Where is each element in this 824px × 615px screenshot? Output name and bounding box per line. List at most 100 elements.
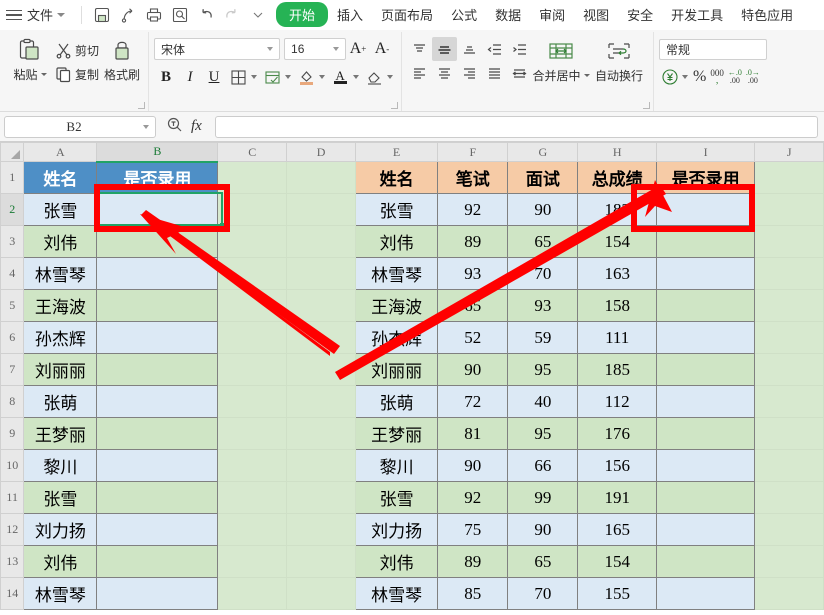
column-header-h[interactable]: H [578, 143, 657, 162]
column-header-c[interactable]: C [218, 143, 287, 162]
cell-F3[interactable]: 89 [438, 226, 508, 258]
cell-B1[interactable]: 是否录用 [97, 162, 218, 194]
customize-toolbar-icon[interactable] [246, 4, 270, 26]
cell-F11[interactable]: 92 [438, 482, 508, 514]
cell-F7[interactable]: 90 [438, 354, 508, 386]
cell-A1[interactable]: 姓名 [24, 162, 97, 194]
cell-G7[interactable]: 95 [508, 354, 578, 386]
cell-C13[interactable] [218, 546, 287, 578]
merge-center-button[interactable]: 合并居中 [532, 37, 590, 84]
font-size-select[interactable]: 16 [284, 38, 346, 60]
increase-indent-icon[interactable] [507, 37, 532, 61]
column-header-j[interactable]: J [755, 143, 824, 162]
cell-B4[interactable] [97, 258, 218, 290]
search-formula-icon[interactable] [166, 116, 183, 138]
file-menu-label[interactable]: 文件 [27, 5, 53, 24]
cell-C15[interactable] [218, 610, 287, 611]
cell-E2[interactable]: 张雪 [355, 194, 437, 226]
cell-B13[interactable] [97, 546, 218, 578]
cell-C7[interactable] [218, 354, 287, 386]
cell-E14[interactable]: 林雪琴 [355, 578, 437, 610]
cell-B7[interactable] [97, 354, 218, 386]
cell-F8[interactable]: 72 [438, 386, 508, 418]
cell-G8[interactable]: 40 [508, 386, 578, 418]
cell-C9[interactable] [218, 418, 287, 450]
cell-H5[interactable]: 158 [578, 290, 657, 322]
cell-E6[interactable]: 孙杰辉 [355, 322, 437, 354]
cell-I5[interactable] [656, 290, 754, 322]
justify-icon[interactable] [482, 61, 507, 85]
cell-F15[interactable] [438, 610, 508, 611]
cell-D8[interactable] [287, 386, 356, 418]
cell-I12[interactable] [656, 514, 754, 546]
column-header-f[interactable]: F [438, 143, 508, 162]
cell-I4[interactable] [656, 258, 754, 290]
chevron-down-icon[interactable] [143, 125, 149, 129]
tab-page-layout[interactable]: 页面布局 [372, 2, 442, 27]
row-header-12[interactable]: 12 [1, 514, 24, 546]
cell-I1[interactable]: 是否录用 [656, 162, 754, 194]
cell-G4[interactable]: 70 [508, 258, 578, 290]
cell-E7[interactable]: 刘丽丽 [355, 354, 437, 386]
row-header-13[interactable]: 13 [1, 546, 24, 578]
cell-G3[interactable]: 65 [508, 226, 578, 258]
tab-security[interactable]: 安全 [618, 2, 662, 27]
column-header-b[interactable]: B [97, 143, 218, 162]
row-header-9[interactable]: 9 [1, 418, 24, 450]
cell-E12[interactable]: 刘力扬 [355, 514, 437, 546]
distribute-icon[interactable] [507, 61, 532, 85]
cell-A3[interactable]: 刘伟 [24, 226, 97, 258]
chevron-down-icon[interactable] [682, 75, 688, 79]
font-family-select[interactable]: 宋体 [154, 38, 280, 60]
fill-color-icon[interactable] [294, 65, 318, 89]
cell-E11[interactable]: 张雪 [355, 482, 437, 514]
spreadsheet-grid[interactable]: A B C D E F G H I J 1 姓名 是否录用 姓名 笔试 面试 总… [0, 142, 824, 610]
cell-G14[interactable]: 70 [508, 578, 578, 610]
wrap-text-button[interactable]: 自动换行 [590, 37, 648, 84]
bold-button[interactable]: B [154, 65, 178, 89]
cell-A10[interactable]: 黎川 [24, 450, 97, 482]
cell-I14[interactable] [656, 578, 754, 610]
cell-D2[interactable] [287, 194, 356, 226]
align-left-icon[interactable] [407, 61, 432, 85]
cell-G6[interactable]: 59 [508, 322, 578, 354]
cell-I2[interactable] [656, 194, 754, 226]
paste-button[interactable]: 粘贴 [7, 34, 53, 83]
cell-D3[interactable] [287, 226, 356, 258]
cell-D10[interactable] [287, 450, 356, 482]
row-header-11[interactable]: 11 [1, 482, 24, 514]
decrease-font-size-button[interactable]: A- [370, 37, 394, 61]
cell-E13[interactable]: 刘伟 [355, 546, 437, 578]
row-header-6[interactable]: 6 [1, 322, 24, 354]
cell-J6[interactable] [755, 322, 824, 354]
cell-A12[interactable]: 刘力扬 [24, 514, 97, 546]
cell-G12[interactable]: 90 [508, 514, 578, 546]
cell-D13[interactable] [287, 546, 356, 578]
cell-A11[interactable]: 张雪 [24, 482, 97, 514]
cell-F13[interactable]: 89 [438, 546, 508, 578]
cell-J14[interactable] [755, 578, 824, 610]
cell-A6[interactable]: 孙杰辉 [24, 322, 97, 354]
row-header-2[interactable]: 2 [1, 194, 24, 226]
cell-G11[interactable]: 99 [508, 482, 578, 514]
column-header-i[interactable]: I [656, 143, 754, 162]
align-right-icon[interactable] [457, 61, 482, 85]
cell-H10[interactable]: 156 [578, 450, 657, 482]
cell-C4[interactable] [218, 258, 287, 290]
cell-C11[interactable] [218, 482, 287, 514]
decrease-indent-icon[interactable] [482, 37, 507, 61]
chevron-down-icon[interactable] [251, 75, 257, 79]
cell-E4[interactable]: 林雪琴 [355, 258, 437, 290]
app-menu-icon[interactable] [6, 9, 22, 21]
cell-E10[interactable]: 黎川 [355, 450, 437, 482]
currency-icon[interactable] [659, 65, 681, 89]
cell-B9[interactable] [97, 418, 218, 450]
formula-input[interactable] [215, 116, 818, 138]
cell-I10[interactable] [656, 450, 754, 482]
cell-J7[interactable] [755, 354, 824, 386]
cell-J11[interactable] [755, 482, 824, 514]
column-header-d[interactable]: D [287, 143, 356, 162]
cell-I7[interactable] [656, 354, 754, 386]
cell-D7[interactable] [287, 354, 356, 386]
cell-C5[interactable] [218, 290, 287, 322]
